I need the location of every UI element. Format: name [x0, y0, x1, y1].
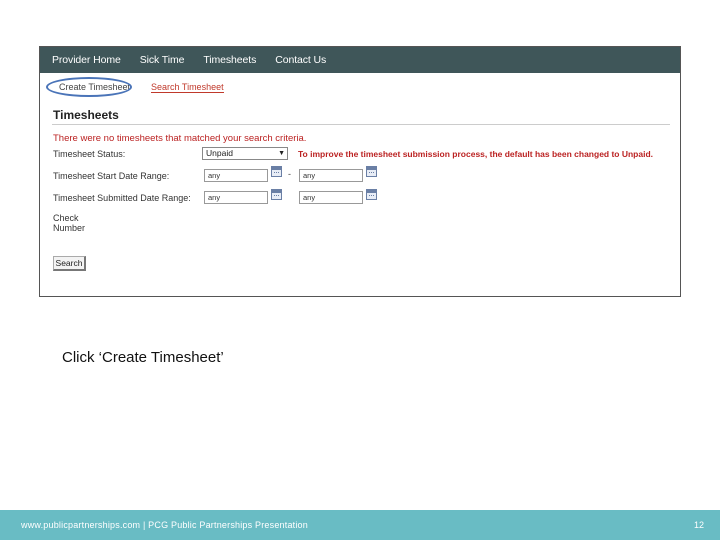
calendar-icon[interactable]: [271, 189, 282, 200]
status-value: Unpaid: [206, 148, 233, 158]
start-to-input[interactable]: any: [299, 169, 363, 182]
nav-timesheets[interactable]: Timesheets: [203, 54, 256, 66]
status-notice: To improve the timesheet submission proc…: [298, 149, 654, 159]
calendar-icon[interactable]: [366, 189, 377, 200]
status-label: Timesheet Status:: [53, 149, 126, 159]
status-select[interactable]: Unpaid ▼: [202, 147, 288, 160]
instruction-caption: Click ‘Create Timesheet’: [62, 349, 224, 366]
calendar-icon[interactable]: [271, 166, 282, 177]
error-message: There were no timesheets that matched yo…: [53, 133, 307, 144]
create-timesheet-link[interactable]: Create Timesheet: [46, 77, 139, 97]
range-separator: -: [288, 169, 291, 179]
start-range-label: Timesheet Start Date Range:: [53, 171, 170, 181]
submitted-from-input[interactable]: any: [204, 191, 268, 204]
check-number-label-line1: Check: [53, 213, 79, 223]
calendar-icon[interactable]: [366, 166, 377, 177]
subtabs: Create Timesheet Search Timesheet: [46, 77, 224, 97]
submitted-range-label: Timesheet Submitted Date Range:: [53, 193, 191, 203]
start-from-input[interactable]: any: [204, 169, 268, 182]
title-divider: [52, 124, 670, 125]
chevron-down-icon: ▼: [278, 150, 285, 157]
search-button[interactable]: Search: [53, 256, 86, 271]
create-timesheet-label: Create Timesheet: [59, 82, 131, 92]
submitted-to-input[interactable]: any: [299, 191, 363, 204]
nav-provider-home[interactable]: Provider Home: [52, 54, 121, 66]
nav-sick-time[interactable]: Sick Time: [140, 54, 185, 66]
search-timesheet-link[interactable]: Search Timesheet: [151, 82, 224, 93]
nav-contact-us[interactable]: Contact Us: [275, 54, 326, 66]
footer-bar: www.publicpartnerships.com | PCG Public …: [0, 510, 720, 540]
page-number: 12: [693, 520, 704, 530]
footer-text: www.publicpartnerships.com | PCG Public …: [21, 520, 308, 530]
page-title: Timesheets: [53, 108, 119, 122]
check-number-label: Check Number: [53, 213, 85, 233]
top-nav: Provider Home Sick Time Timesheets Conta…: [40, 47, 680, 73]
check-number-label-line2: Number: [53, 223, 86, 233]
app-screenshot: Provider Home Sick Time Timesheets Conta…: [39, 46, 681, 297]
